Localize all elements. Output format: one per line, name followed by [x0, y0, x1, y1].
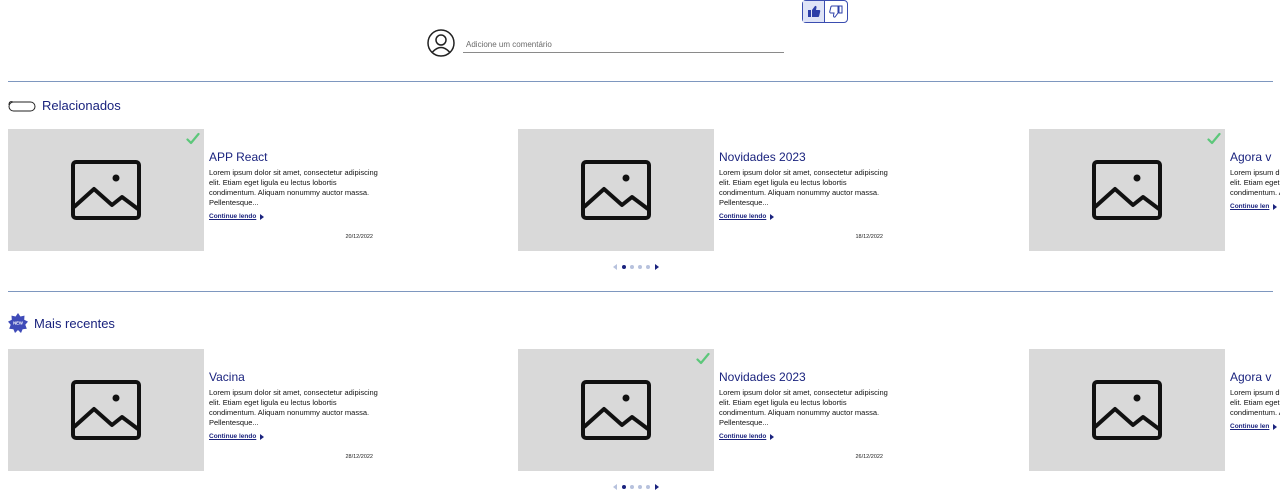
pager-dot[interactable]: [638, 265, 642, 269]
article-date: 18/12/2022: [855, 234, 883, 240]
svg-text:NEW: NEW: [13, 321, 23, 326]
article-card[interactable]: Agora vLorem ipsum dolor sit amet, conse…: [1029, 129, 1280, 251]
related-pager: [612, 262, 670, 272]
image-placeholder-icon: [1092, 380, 1162, 440]
article-thumbnail[interactable]: [8, 349, 204, 471]
image-placeholder-icon: [71, 160, 141, 220]
article-date: 28/12/2022: [345, 454, 373, 460]
pager-dot[interactable]: [638, 485, 642, 489]
article-thumbnail[interactable]: [518, 349, 714, 471]
article-thumbnail[interactable]: [1029, 129, 1225, 251]
article-date-wrap: 18/12/2022: [719, 129, 883, 251]
article-thumbnail[interactable]: [1029, 349, 1225, 471]
article-thumbnail[interactable]: [8, 129, 204, 251]
article-date-wrap: 26/12/2022: [719, 349, 883, 471]
recent-pager: [612, 482, 670, 492]
article-card[interactable]: Novidades 2023 Lorem ipsum dolor sit amet…: [518, 129, 898, 251]
article-date: 26/12/2022: [855, 454, 883, 460]
related-carousel: APP React Lorem ipsum dolor sit amet, con…: [8, 129, 1280, 251]
section-label: Relacionados: [42, 98, 121, 113]
pager-dot[interactable]: [630, 485, 634, 489]
pager-dot[interactable]: [622, 485, 626, 489]
prev-arrow-icon[interactable]: [612, 483, 618, 491]
thumbs-up-icon: [807, 5, 820, 18]
pager-dot[interactable]: [646, 485, 650, 489]
dislike-button[interactable]: [825, 1, 847, 22]
article-card[interactable]: Novidades 2023 Lorem ipsum dolor sit amet…: [518, 349, 898, 471]
section-title-related: Relacionados: [8, 98, 121, 113]
article-thumbnail[interactable]: [518, 129, 714, 251]
check-icon: [696, 352, 710, 365]
image-placeholder-icon: [581, 380, 651, 440]
comment-input[interactable]: [463, 36, 784, 53]
next-arrow-icon[interactable]: [654, 263, 660, 271]
check-icon: [1207, 132, 1221, 145]
new-badge-icon: NEW: [8, 313, 28, 333]
like-button[interactable]: [803, 1, 825, 22]
section-divider: [8, 291, 1273, 292]
article-date-wrap: [1230, 129, 1280, 251]
pager-dot[interactable]: [630, 265, 634, 269]
comment-row: [427, 29, 784, 57]
article-card[interactable]: Agora vLorem ipsum dolor sit amet, conse…: [1029, 349, 1280, 471]
article-date-wrap: [1230, 349, 1280, 471]
image-placeholder-icon: [71, 380, 141, 440]
prev-arrow-icon[interactable]: [612, 263, 618, 271]
pager-dot[interactable]: [646, 265, 650, 269]
image-placeholder-icon: [1092, 160, 1162, 220]
reaction-buttons: [802, 0, 848, 23]
article-date-wrap: 28/12/2022: [209, 349, 373, 471]
image-placeholder-icon: [581, 160, 651, 220]
next-arrow-icon[interactable]: [654, 483, 660, 491]
check-icon: [186, 132, 200, 145]
pager-dot[interactable]: [622, 265, 626, 269]
section-divider: [8, 81, 1273, 82]
article-date: 20/12/2022: [345, 234, 373, 240]
pill-icon: [8, 100, 36, 111]
thumbs-down-icon: [829, 5, 843, 18]
section-label: Mais recentes: [34, 315, 115, 331]
article-card[interactable]: APP React Lorem ipsum dolor sit amet, con…: [8, 129, 388, 251]
article-card[interactable]: Vacina Lorem ipsum dolor sit amet, consec…: [8, 349, 388, 471]
article-date-wrap: 20/12/2022: [209, 129, 373, 251]
user-avatar-icon: [427, 29, 455, 57]
recent-carousel: Vacina Lorem ipsum dolor sit amet, consec…: [8, 349, 1280, 471]
section-title-recent: NEW Mais recentes: [8, 313, 115, 333]
